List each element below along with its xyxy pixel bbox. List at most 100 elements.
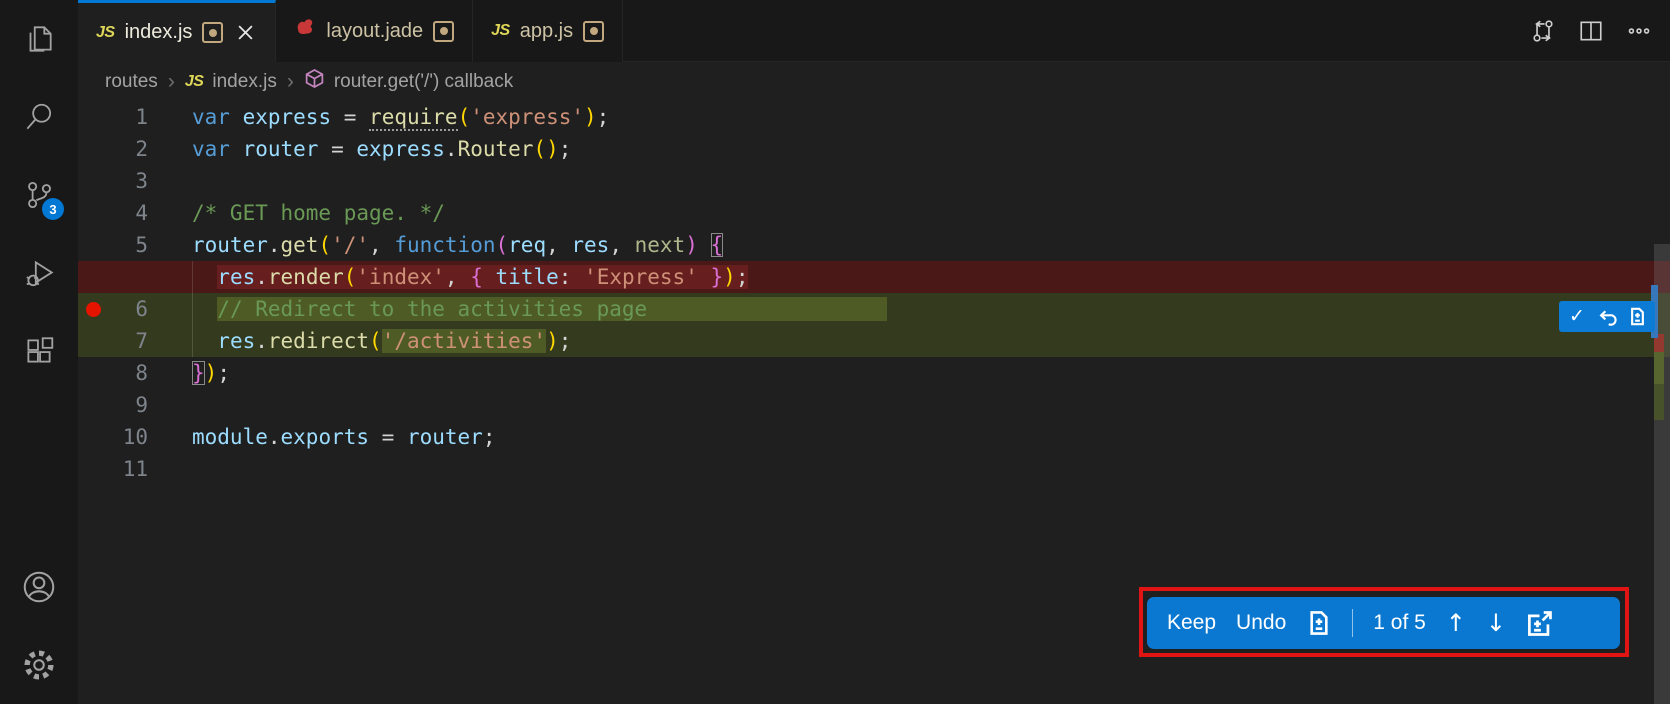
code-token: 'Express' bbox=[584, 265, 698, 289]
tab-index-js[interactable]: JS index.js bbox=[78, 0, 276, 62]
code-line[interactable]: 4/* GET home page. */ bbox=[78, 197, 1670, 229]
code-line[interactable]: 9 bbox=[78, 389, 1670, 421]
open-multifile-diff-icon[interactable] bbox=[1526, 610, 1553, 637]
code-token bbox=[698, 233, 711, 257]
vscode-window: 3 bbox=[0, 0, 1670, 704]
source-control-icon[interactable]: 3 bbox=[0, 156, 78, 234]
gutter[interactable]: 7 bbox=[78, 325, 192, 357]
tab-label: layout.jade bbox=[326, 20, 423, 43]
tab-label: index.js bbox=[125, 21, 193, 44]
code-token: next bbox=[635, 233, 686, 257]
code-token: () bbox=[533, 137, 558, 161]
code-text bbox=[192, 389, 1670, 421]
modified-indicator-icon[interactable] bbox=[433, 21, 454, 42]
code-token: var bbox=[192, 137, 230, 161]
code-token: . bbox=[268, 233, 281, 257]
discard-undo-icon[interactable] bbox=[1595, 304, 1619, 330]
breadcrumb-folder[interactable]: routes bbox=[105, 71, 158, 93]
breakpoint-dot[interactable] bbox=[86, 302, 101, 317]
breadcrumb-file[interactable]: index.js bbox=[212, 71, 276, 93]
code-token bbox=[483, 265, 496, 289]
gutter[interactable]: 6 bbox=[78, 293, 192, 325]
code-token: } bbox=[711, 265, 724, 289]
keep-button[interactable]: Keep bbox=[1167, 611, 1216, 635]
code-line[interactable]: 2var router = express.Router(); bbox=[78, 133, 1670, 165]
code-text bbox=[192, 165, 1670, 197]
gutter[interactable]: 10 bbox=[78, 421, 192, 453]
run-and-debug-icon[interactable] bbox=[0, 234, 78, 312]
added-code-line[interactable]: 7 res.redirect('/activities'); bbox=[78, 325, 1670, 357]
code-token: ) bbox=[205, 361, 218, 385]
tab-layout-jade[interactable]: layout.jade bbox=[276, 0, 473, 62]
gutter[interactable] bbox=[78, 261, 192, 293]
close-tab-icon[interactable] bbox=[233, 21, 257, 45]
added-code-line[interactable]: 6 // Redirect to the activities page bbox=[78, 293, 1670, 325]
next-change-icon[interactable]: ↓ bbox=[1486, 609, 1506, 637]
code-line[interactable]: 3 bbox=[78, 165, 1670, 197]
code-token bbox=[647, 297, 887, 321]
deleted-code-line[interactable]: res.render('index', { title: 'Express' }… bbox=[78, 261, 1670, 293]
code-text: var router = express.Router(); bbox=[192, 133, 1670, 165]
gutter[interactable]: 1 bbox=[78, 101, 192, 133]
code-text: var express = require('express'); bbox=[192, 101, 1670, 133]
code-line[interactable]: 8}); bbox=[78, 357, 1670, 389]
code-token: function bbox=[394, 233, 495, 257]
code-token: 'express' bbox=[470, 105, 584, 129]
code-token: req bbox=[508, 233, 546, 257]
open-changes-icon[interactable] bbox=[1530, 18, 1556, 44]
accounts-icon[interactable] bbox=[0, 548, 78, 626]
code-token: = bbox=[331, 105, 369, 129]
code-text: module.exports = router; bbox=[192, 421, 1670, 453]
line-number: 7 bbox=[135, 325, 148, 357]
gutter[interactable]: 11 bbox=[78, 453, 192, 485]
code-token: { bbox=[470, 265, 483, 289]
code-token: ) bbox=[723, 265, 736, 289]
code-token: exports bbox=[281, 425, 370, 449]
split-editor-icon[interactable] bbox=[1578, 18, 1604, 44]
code-token: 'index' bbox=[356, 265, 445, 289]
code-line[interactable]: 5router.get('/', function(req, res, next… bbox=[78, 229, 1670, 261]
modified-indicator-icon[interactable] bbox=[583, 21, 604, 42]
more-actions-icon[interactable] bbox=[1626, 18, 1652, 44]
gutter[interactable]: 8 bbox=[78, 357, 192, 389]
chevron-right-icon: › bbox=[167, 70, 176, 94]
gutter[interactable]: 2 bbox=[78, 133, 192, 165]
code-line[interactable]: 10 module.exports = router; bbox=[78, 421, 1670, 453]
accept-check-icon[interactable]: ✓ bbox=[1565, 304, 1589, 330]
undo-button[interactable]: Undo bbox=[1236, 611, 1286, 635]
gutter[interactable]: 9 bbox=[78, 389, 192, 421]
modified-indicator-icon[interactable] bbox=[202, 22, 223, 43]
js-file-icon: JS bbox=[491, 22, 510, 40]
gutter[interactable]: 5 bbox=[78, 229, 192, 261]
breadcrumb-symbol[interactable]: router.get('/') callback bbox=[334, 71, 513, 93]
code-line[interactable]: 1var express = require('express'); bbox=[78, 101, 1670, 133]
extensions-icon[interactable] bbox=[0, 312, 78, 390]
code-token: '/' bbox=[331, 233, 369, 257]
code-token: res bbox=[217, 329, 255, 353]
gutter[interactable]: 4 bbox=[78, 197, 192, 229]
line-number: 10 bbox=[123, 421, 148, 453]
scrollbar[interactable] bbox=[1654, 101, 1670, 704]
code-token: var bbox=[192, 105, 230, 129]
code-token: ) bbox=[584, 105, 597, 129]
tab-bar: JS index.js layout.jade JS app.js bbox=[78, 0, 1670, 62]
toggle-inline-diff-icon[interactable] bbox=[1625, 304, 1649, 330]
code-token: res bbox=[217, 265, 255, 289]
divider bbox=[1352, 609, 1353, 637]
code-token: . bbox=[268, 425, 281, 449]
tab-app-js[interactable]: JS app.js bbox=[473, 0, 623, 62]
code-line[interactable]: 11 bbox=[78, 453, 1670, 485]
gutter[interactable]: 3 bbox=[78, 165, 192, 197]
code-token: = bbox=[318, 137, 356, 161]
code-token: render bbox=[268, 265, 344, 289]
search-icon[interactable] bbox=[0, 78, 78, 156]
previous-change-icon[interactable]: ↑ bbox=[1446, 609, 1466, 637]
inline-chat-diff-bar: Keep Undo 1 of 5 ↑ ↓ bbox=[1147, 597, 1620, 649]
activity-bar: 3 bbox=[0, 0, 78, 704]
code-token: get bbox=[281, 233, 319, 257]
settings-gear-icon[interactable] bbox=[0, 626, 78, 704]
code-token: } bbox=[192, 361, 205, 385]
explorer-icon[interactable] bbox=[0, 0, 78, 78]
code-token: ( bbox=[458, 105, 471, 129]
inline-diff-doc-icon[interactable] bbox=[1306, 610, 1332, 636]
